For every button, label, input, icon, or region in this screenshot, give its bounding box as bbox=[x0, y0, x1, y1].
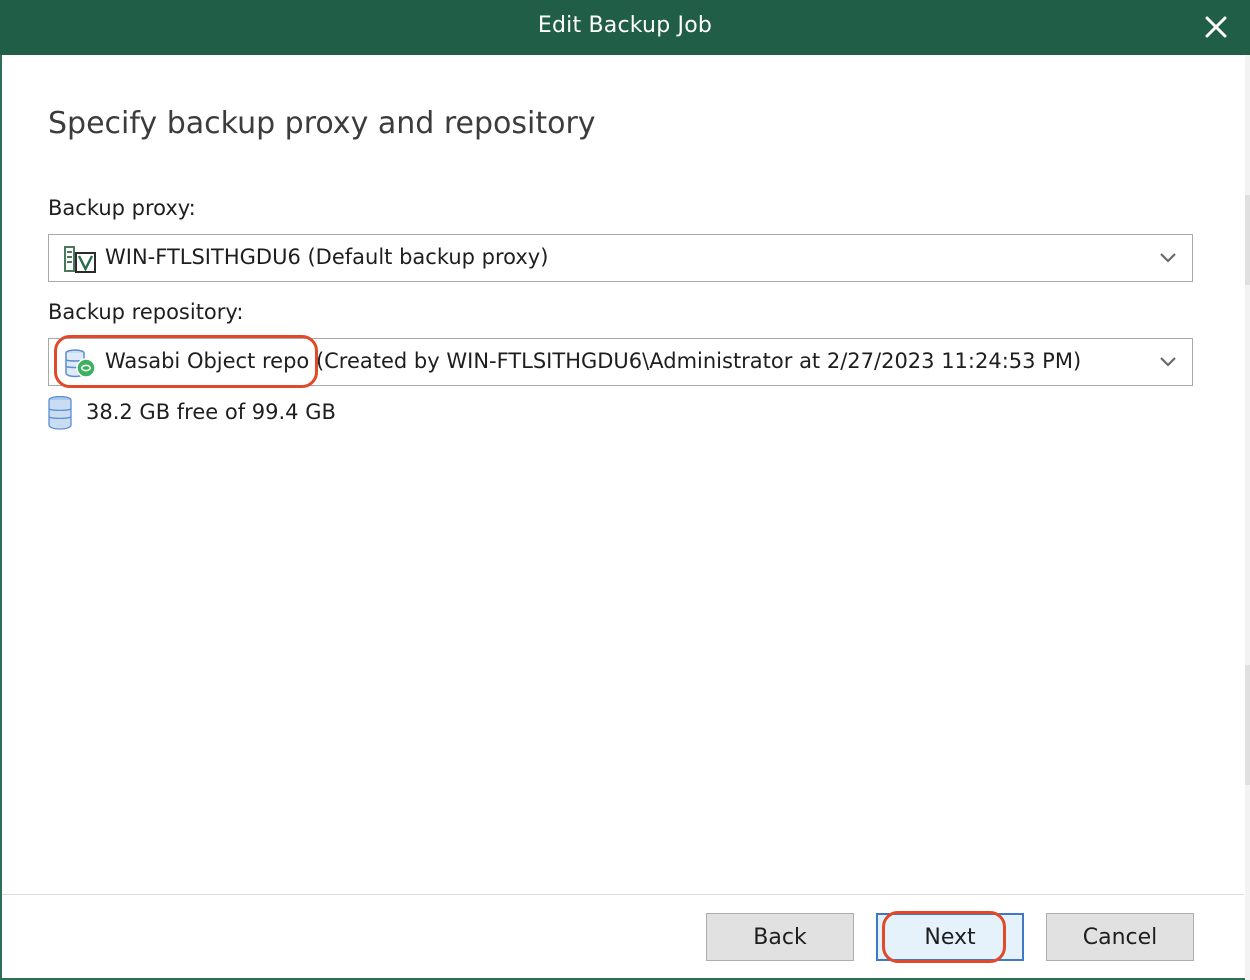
window-title: Edit Backup Job bbox=[537, 13, 713, 38]
backup-proxy-dropdown[interactable]: WIN-FTLSITHGDU6 (Default backup proxy) bbox=[48, 234, 1193, 282]
background-window-edge bbox=[1245, 55, 1250, 980]
chevron-down-icon[interactable] bbox=[1158, 355, 1178, 369]
dialog-frame bbox=[0, 55, 1247, 980]
backup-repository-value: Wasabi Object repo (Created by WIN-FTLSI… bbox=[105, 349, 1082, 373]
footer-divider bbox=[2, 894, 1244, 895]
cancel-button[interactable]: Cancel bbox=[1046, 913, 1194, 961]
object-storage-repository-icon bbox=[65, 349, 96, 378]
back-button[interactable]: Back bbox=[706, 913, 854, 961]
title-bar: Edit Backup Job bbox=[0, 0, 1250, 55]
backup-repository-label: Backup repository: bbox=[48, 300, 244, 324]
free-space-text: 38.2 GB free of 99.4 GB bbox=[86, 400, 336, 424]
chevron-down-icon[interactable] bbox=[1158, 251, 1178, 265]
database-icon bbox=[48, 396, 72, 430]
next-button[interactable]: Next bbox=[876, 913, 1024, 961]
backup-repository-dropdown[interactable]: Wasabi Object repo (Created by WIN-FTLSI… bbox=[48, 338, 1193, 386]
backup-proxy-value: WIN-FTLSITHGDU6 (Default backup proxy) bbox=[105, 245, 549, 269]
close-icon[interactable] bbox=[1205, 16, 1227, 38]
backup-proxy-label: Backup proxy: bbox=[48, 196, 196, 220]
proxy-server-icon bbox=[64, 246, 96, 273]
page-title: Specify backup proxy and repository bbox=[48, 106, 596, 141]
close-button[interactable] bbox=[1194, 6, 1238, 48]
